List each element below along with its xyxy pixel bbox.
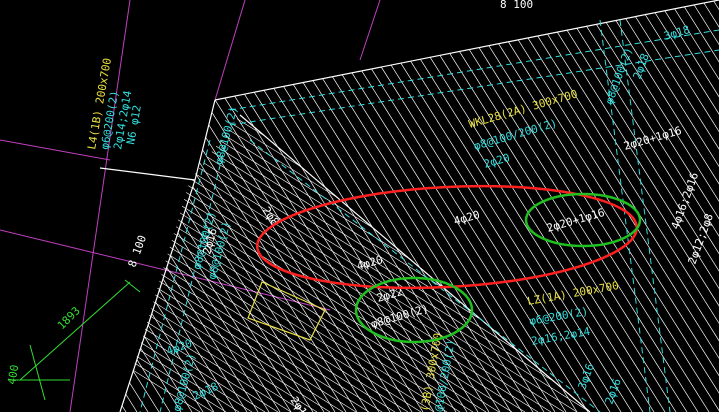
hatch-line bbox=[120, 0, 193, 412]
hatch-line bbox=[0, 0, 82, 412]
hatch-line bbox=[382, 0, 644, 412]
hatch-line bbox=[120, 0, 270, 412]
left-dimension-8100: 8 100 bbox=[126, 233, 150, 269]
mid-4phi20: 4φ20 bbox=[452, 208, 481, 228]
lz-stirrup: φ6@200(2) bbox=[528, 305, 589, 328]
top-right-2phi18: 2φ18 bbox=[631, 52, 652, 81]
bottom-left-stirrup: φ8@100(2) bbox=[170, 352, 198, 412]
hatch-line bbox=[120, 0, 171, 412]
hatch-line bbox=[690, 0, 719, 412]
hatch-line bbox=[239, 0, 501, 412]
hatch-line bbox=[120, 0, 292, 412]
hatch-line bbox=[0, 0, 115, 412]
cad-viewport[interactable]: L4(1B) 200x700 WKL28(2A) 300x700 LZ(1A) … bbox=[0, 0, 719, 412]
hatch-line bbox=[0, 0, 60, 412]
hatch-line bbox=[120, 0, 259, 412]
hatch-line bbox=[338, 0, 600, 412]
hatch-line-tri bbox=[120, 115, 500, 412]
hatch-line bbox=[349, 0, 611, 412]
wkl-title: WKL28(2A) 300x700 bbox=[467, 87, 579, 131]
hatch-line bbox=[120, 0, 347, 412]
hatch-line bbox=[250, 0, 512, 412]
hatch-line bbox=[701, 0, 719, 412]
top-dimension: 8 100 bbox=[500, 0, 533, 11]
hatch-line bbox=[0, 0, 104, 412]
hatch-line-tri bbox=[649, 100, 719, 412]
hatch-line bbox=[195, 0, 457, 412]
hatch-line-tri bbox=[154, 115, 590, 412]
hatch-line-tri bbox=[120, 115, 590, 412]
hatch-line bbox=[261, 0, 523, 412]
hatch-line bbox=[120, 0, 380, 412]
cad-drawing-canvas[interactable]: L4(1B) 200x700 WKL28(2A) 300x700 LZ(1A) … bbox=[0, 0, 719, 412]
hatch-line bbox=[120, 0, 369, 412]
hatch-line bbox=[120, 0, 149, 412]
hatch-line bbox=[437, 0, 699, 412]
hatch-line bbox=[294, 0, 556, 412]
hatch-line-tri bbox=[427, 115, 590, 412]
right-2phi12: 2φ12;2φ8 bbox=[686, 212, 716, 266]
bottom-right-2phi16: 2φ16 bbox=[603, 377, 624, 406]
hatch-line bbox=[120, 0, 138, 412]
hatch-line-tri bbox=[120, 115, 590, 412]
dimension-lines bbox=[10, 279, 141, 401]
hatch-line bbox=[120, 0, 182, 412]
top-right-3phi18: 3φ18 bbox=[662, 23, 691, 43]
hatch-line bbox=[327, 0, 589, 412]
hatch-line bbox=[371, 0, 633, 412]
hatch-line bbox=[120, 0, 281, 412]
wkl-bars: 2φ20 bbox=[482, 151, 511, 171]
hatch-line bbox=[151, 0, 413, 412]
left-stirrup-1: φ8@100(2) bbox=[212, 105, 240, 166]
dim-400: 400 bbox=[5, 364, 21, 386]
lz-bars: 2φ16;2φ14 bbox=[530, 325, 591, 348]
bottom-right-2phi18: 2φ18 bbox=[288, 394, 314, 412]
hatch-line bbox=[547, 0, 719, 412]
hatch-line bbox=[0, 0, 71, 412]
hatch-line bbox=[120, 0, 237, 412]
circle-2phi20-1phi16: 2φ20+1φ16 bbox=[545, 206, 606, 235]
hatch-line bbox=[173, 0, 435, 412]
hatch-line-tri bbox=[323, 115, 590, 412]
hatch-line bbox=[448, 0, 710, 412]
hatch-line bbox=[162, 0, 424, 412]
left-4phi20: 4φ20 bbox=[355, 253, 384, 273]
